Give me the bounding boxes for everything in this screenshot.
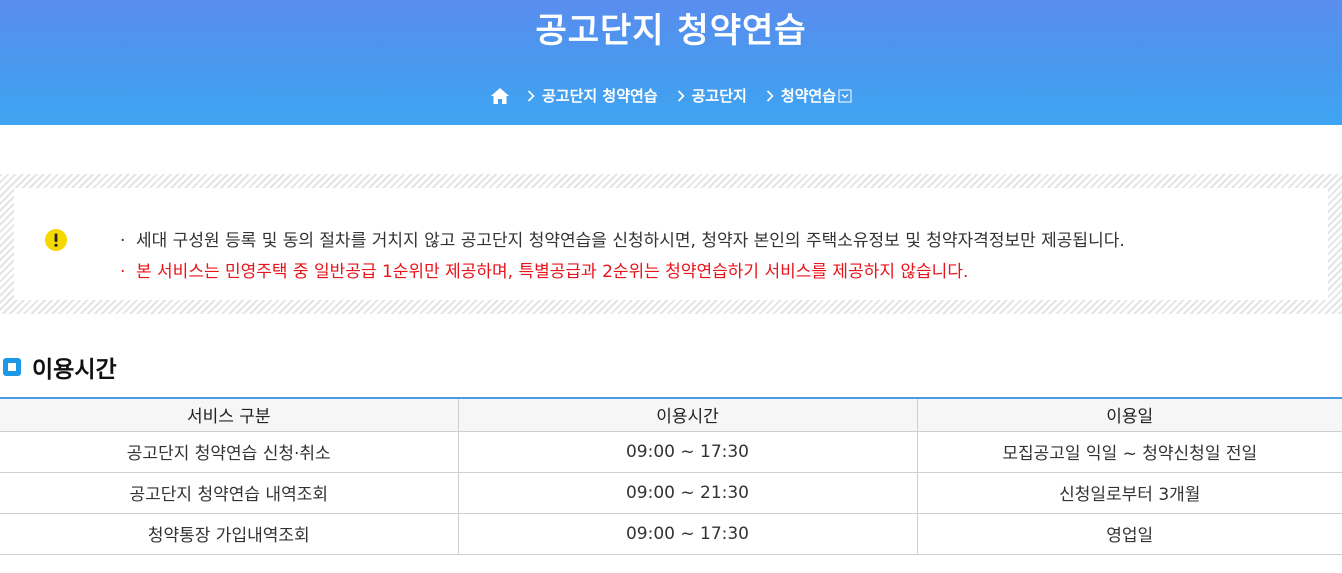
notice-box: · 세대 구성원 등록 및 동의 절차를 거치지 않고 공고단지 청약연습을 신청…: [0, 174, 1342, 314]
table-row: 청약통장 가입내역조회 09:00 ~ 17:30 영업일: [0, 513, 1342, 555]
page-title: 공고단지 청약연습: [535, 11, 807, 51]
breadcrumb: 공고단지 청약연습 공고단지 청약연습: [0, 84, 1342, 108]
column-header: 이용시간: [457, 398, 917, 432]
chevron-right-icon: [763, 86, 777, 106]
exclamation-icon: [44, 228, 68, 252]
breadcrumb-item-complex[interactable]: 공고단지: [692, 84, 747, 108]
table-cell: 모집공고일 익일 ~ 청약신청일 전일: [916, 431, 1342, 473]
section-header: 이용시간: [3, 350, 117, 384]
table-row: 공고단지 청약연습 신청·취소 09:00 ~ 17:30 모집공고일 익일 ~…: [0, 431, 1342, 473]
notice-line-text: 세대 구성원 등록 및 동의 절차를 거치지 않고 공고단지 청약연습을 신청하…: [136, 231, 1125, 251]
breadcrumb-current-label: 청약연습: [780, 87, 837, 105]
table-cell: 신청일로부터 3개월: [916, 472, 1342, 514]
dropdown-icon[interactable]: [838, 89, 852, 103]
home-icon[interactable]: [490, 86, 510, 106]
column-header: 이용일: [916, 398, 1342, 432]
notice-line-text: 본 서비스는 민영주택 중 일반공급 1순위만 제공하며, 특별공급과 2순위는…: [136, 262, 969, 282]
table-cell: 공고단지 청약연습 신청·취소: [0, 431, 458, 473]
table-header-row: 서비스 구분 이용시간 이용일: [0, 398, 1342, 432]
usage-time-table: 서비스 구분 이용시간 이용일 공고단지 청약연습 신청·취소 09:00 ~ …: [0, 397, 1342, 555]
notice-line: · 세대 구성원 등록 및 동의 절차를 거치지 않고 공고단지 청약연습을 신청…: [120, 226, 1125, 257]
column-header: 서비스 구분: [0, 398, 458, 432]
chevron-right-icon: [524, 86, 538, 106]
breadcrumb-current[interactable]: 청약연습: [781, 84, 852, 108]
table-cell: 청약통장 가입내역조회: [0, 513, 458, 555]
section-title: 이용시간: [32, 357, 117, 383]
chevron-right-icon: [674, 86, 688, 106]
square-bullet-icon: [3, 358, 21, 376]
bullet: ·: [120, 262, 126, 282]
table-cell: 공고단지 청약연습 내역조회: [0, 472, 458, 514]
page-banner: 공고단지 청약연습 공고단지 청약연습 공고단지 청약연습: [0, 0, 1342, 125]
table-cell: 영업일: [916, 513, 1342, 555]
table-cell: 09:00 ~ 21:30: [457, 472, 917, 514]
notice-text: · 세대 구성원 등록 및 동의 절차를 거치지 않고 공고단지 청약연습을 신청…: [120, 226, 1125, 288]
notice-line-warning: · 본 서비스는 민영주택 중 일반공급 1순위만 제공하며, 특별공급과 2순위…: [120, 257, 1125, 288]
table-cell: 09:00 ~ 17:30: [457, 513, 917, 555]
table-cell: 09:00 ~ 17:30: [457, 431, 917, 473]
breadcrumb-item-practice[interactable]: 공고단지 청약연습: [542, 84, 658, 108]
bullet: ·: [120, 231, 126, 251]
notice-content: · 세대 구성원 등록 및 동의 절차를 거치지 않고 공고단지 청약연습을 신청…: [14, 188, 1328, 300]
table-row: 공고단지 청약연습 내역조회 09:00 ~ 21:30 신청일로부터 3개월: [0, 472, 1342, 514]
